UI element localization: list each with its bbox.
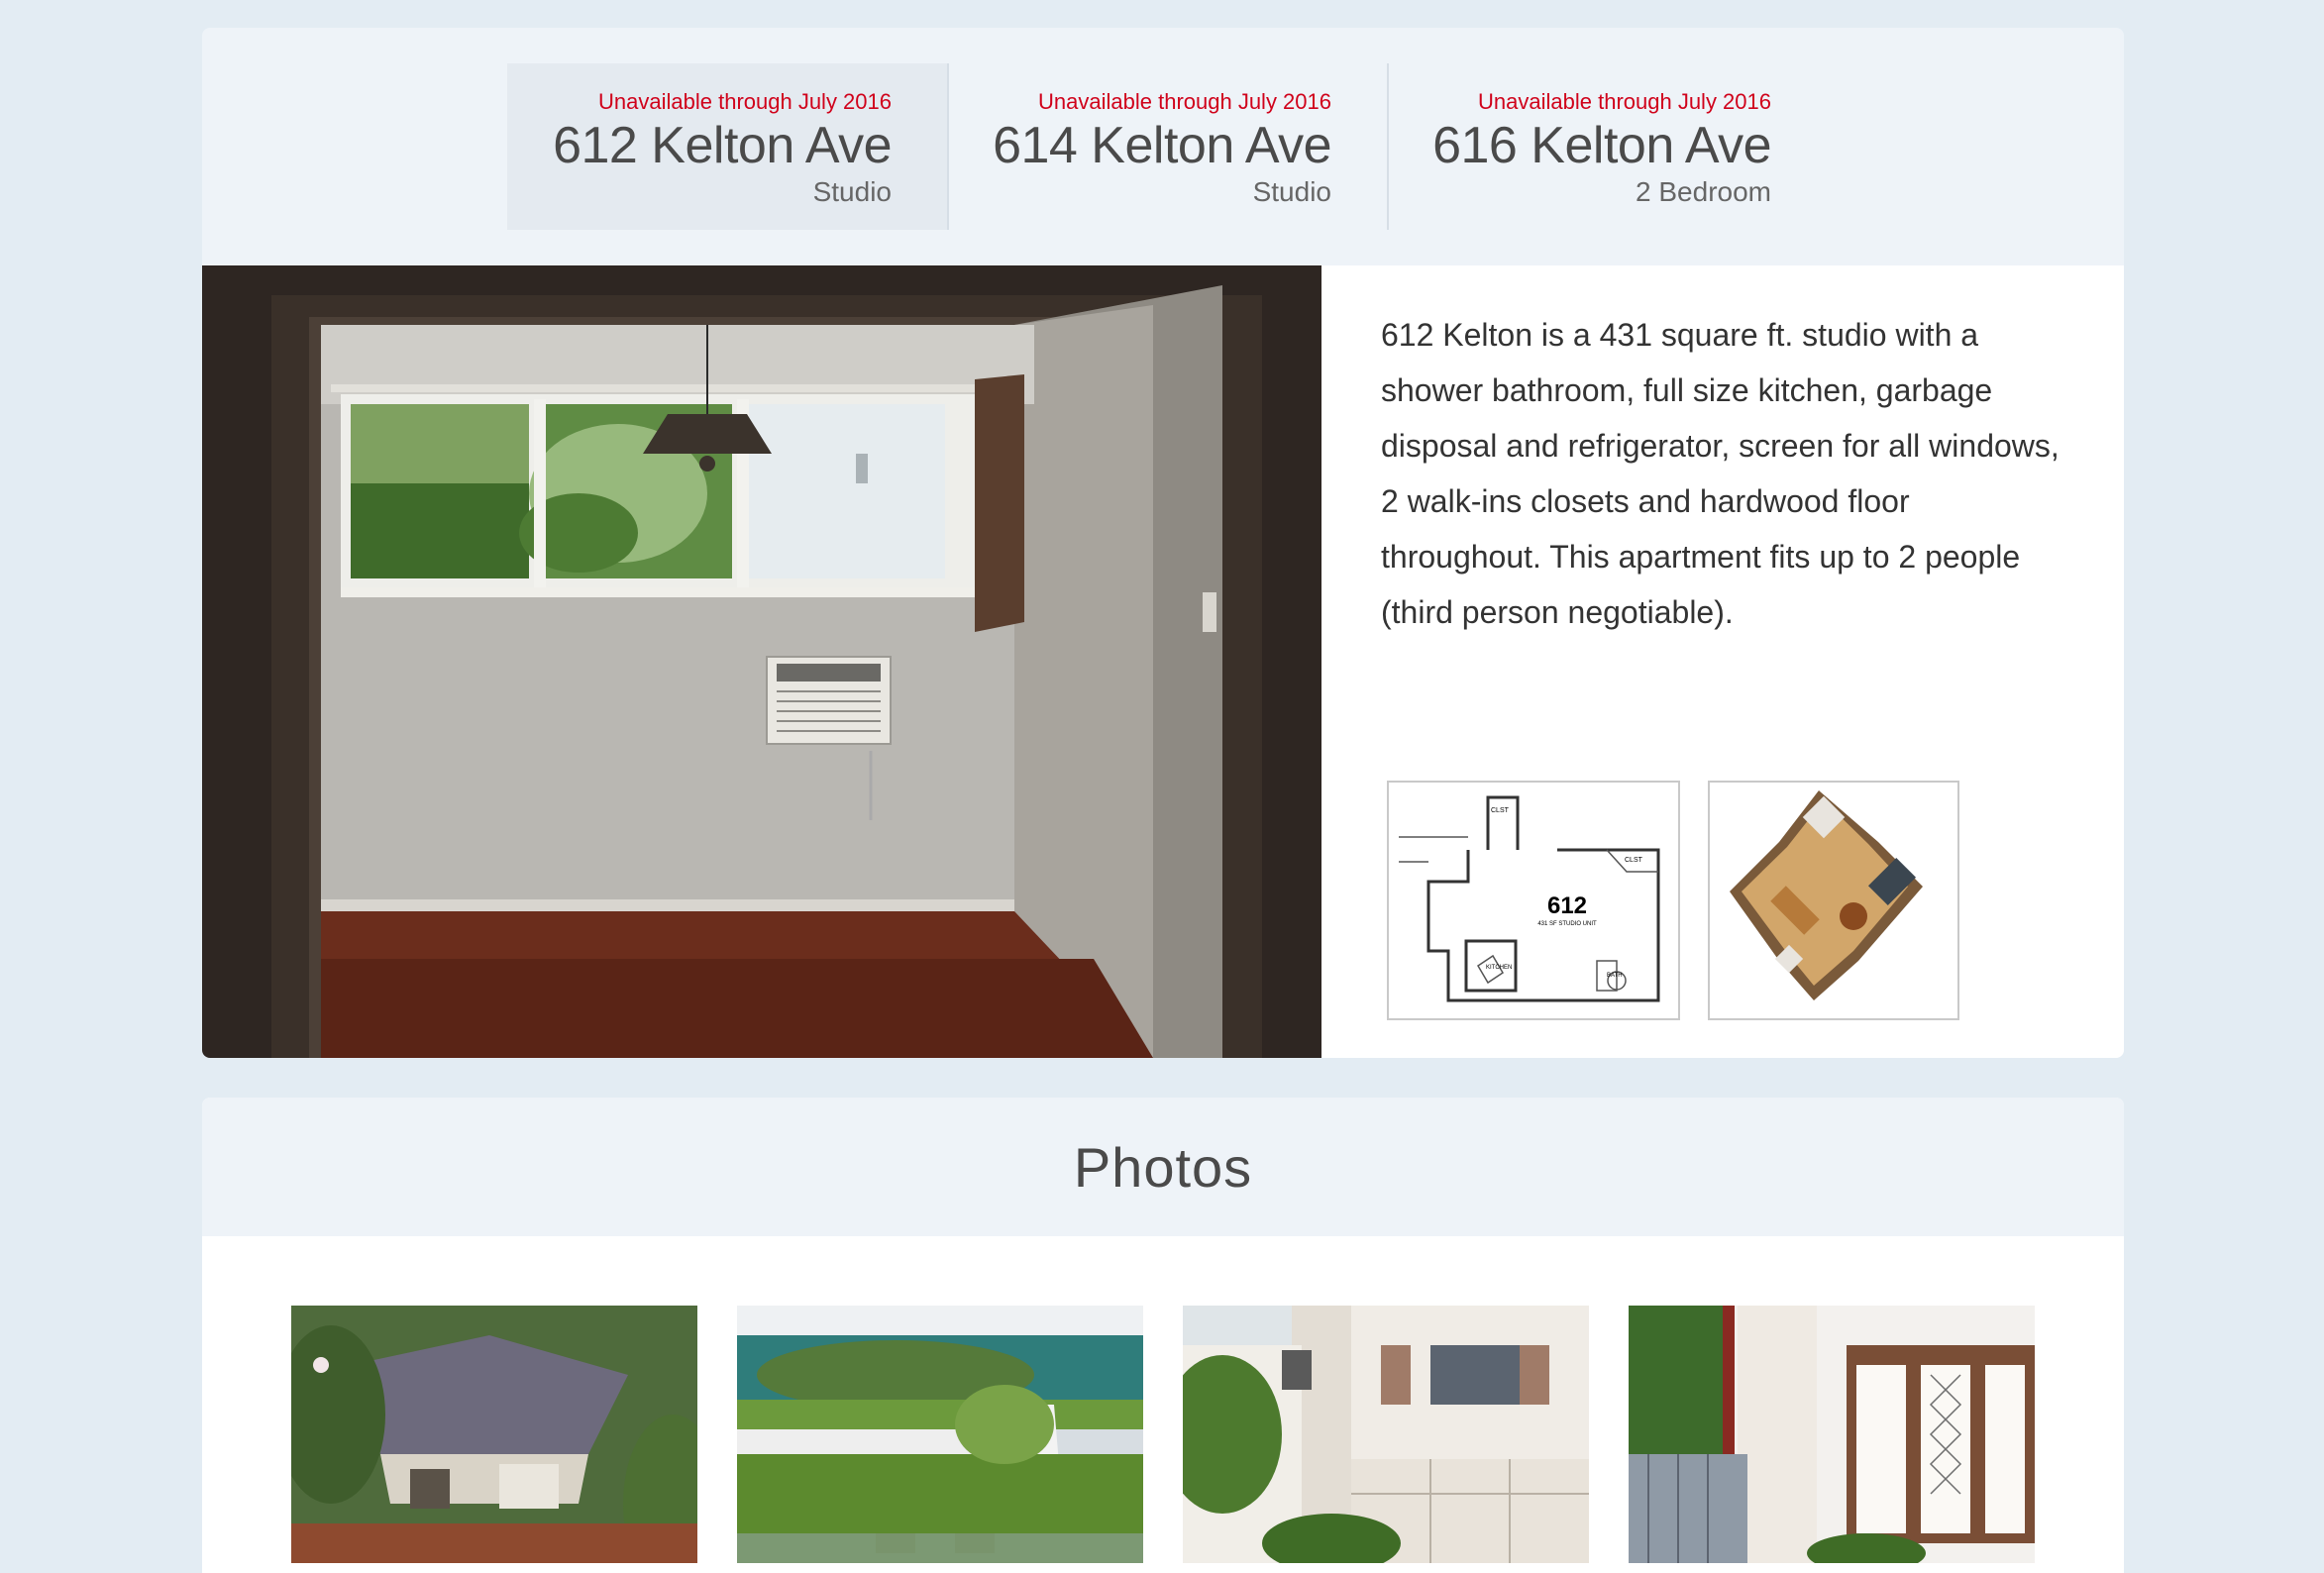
tab-616-kelton[interactable]: Unavailable through July 2016 616 Kelton… — [1387, 63, 1827, 230]
tab-612-kelton[interactable]: Unavailable through July 2016 612 Kelton… — [507, 63, 947, 230]
availability-status: Unavailable through July 2016 — [1038, 89, 1331, 114]
floorplan-label: BATH — [1607, 973, 1623, 979]
tab-614-kelton[interactable]: Unavailable through July 2016 614 Kelton… — [947, 63, 1387, 230]
unit-description: 612 Kelton is a 431 square ft. studio wi… — [1381, 317, 2060, 630]
unit-type: Studio — [1252, 176, 1331, 207]
unit-address: 616 Kelton Ave — [1432, 117, 1771, 174]
unit-detail-panel: 612 Kelton is a 431 square ft. studio wi… — [1321, 265, 2124, 1058]
floorplan-label: KITCHEN — [1486, 965, 1512, 971]
photos-section: Photos — [202, 1098, 2124, 1573]
unit-address: 614 Kelton Ave — [993, 117, 1331, 174]
gallery-photo-4[interactable] — [1629, 1306, 2035, 1563]
photos-title: Photos — [1073, 1135, 1253, 1199]
unit-tabs: Unavailable through July 2016 612 Kelton… — [202, 28, 2124, 265]
gallery-photo-1[interactable] — [291, 1306, 697, 1563]
floorplan-label: CLST — [1625, 857, 1643, 864]
photos-header: Photos — [202, 1098, 2124, 1236]
unit-card: Unavailable through July 2016 612 Kelton… — [202, 28, 2124, 1058]
floorplan-3d-thumbnail[interactable] — [1708, 781, 1959, 1020]
gallery-photo-3[interactable] — [1183, 1306, 1589, 1563]
floorplan-caption: 431 SF STUDIO UNIT — [1537, 921, 1597, 927]
unit-type: Studio — [812, 176, 892, 207]
availability-status: Unavailable through July 2016 — [598, 89, 892, 114]
availability-status: Unavailable through July 2016 — [1478, 89, 1771, 114]
floorplan-unit-number: 612 — [1547, 892, 1587, 919]
unit-type: 2 Bedroom — [1636, 176, 1771, 207]
unit-interior-photo — [202, 265, 1321, 1058]
floorplan-2d-thumbnail[interactable]: CLST CLST KITCHEN BATH 612 431 SF STUDIO… — [1387, 781, 1680, 1020]
floorplan-label: CLST — [1491, 807, 1510, 814]
unit-address: 612 Kelton Ave — [553, 117, 892, 174]
gallery-photo-2[interactable] — [737, 1306, 1143, 1563]
